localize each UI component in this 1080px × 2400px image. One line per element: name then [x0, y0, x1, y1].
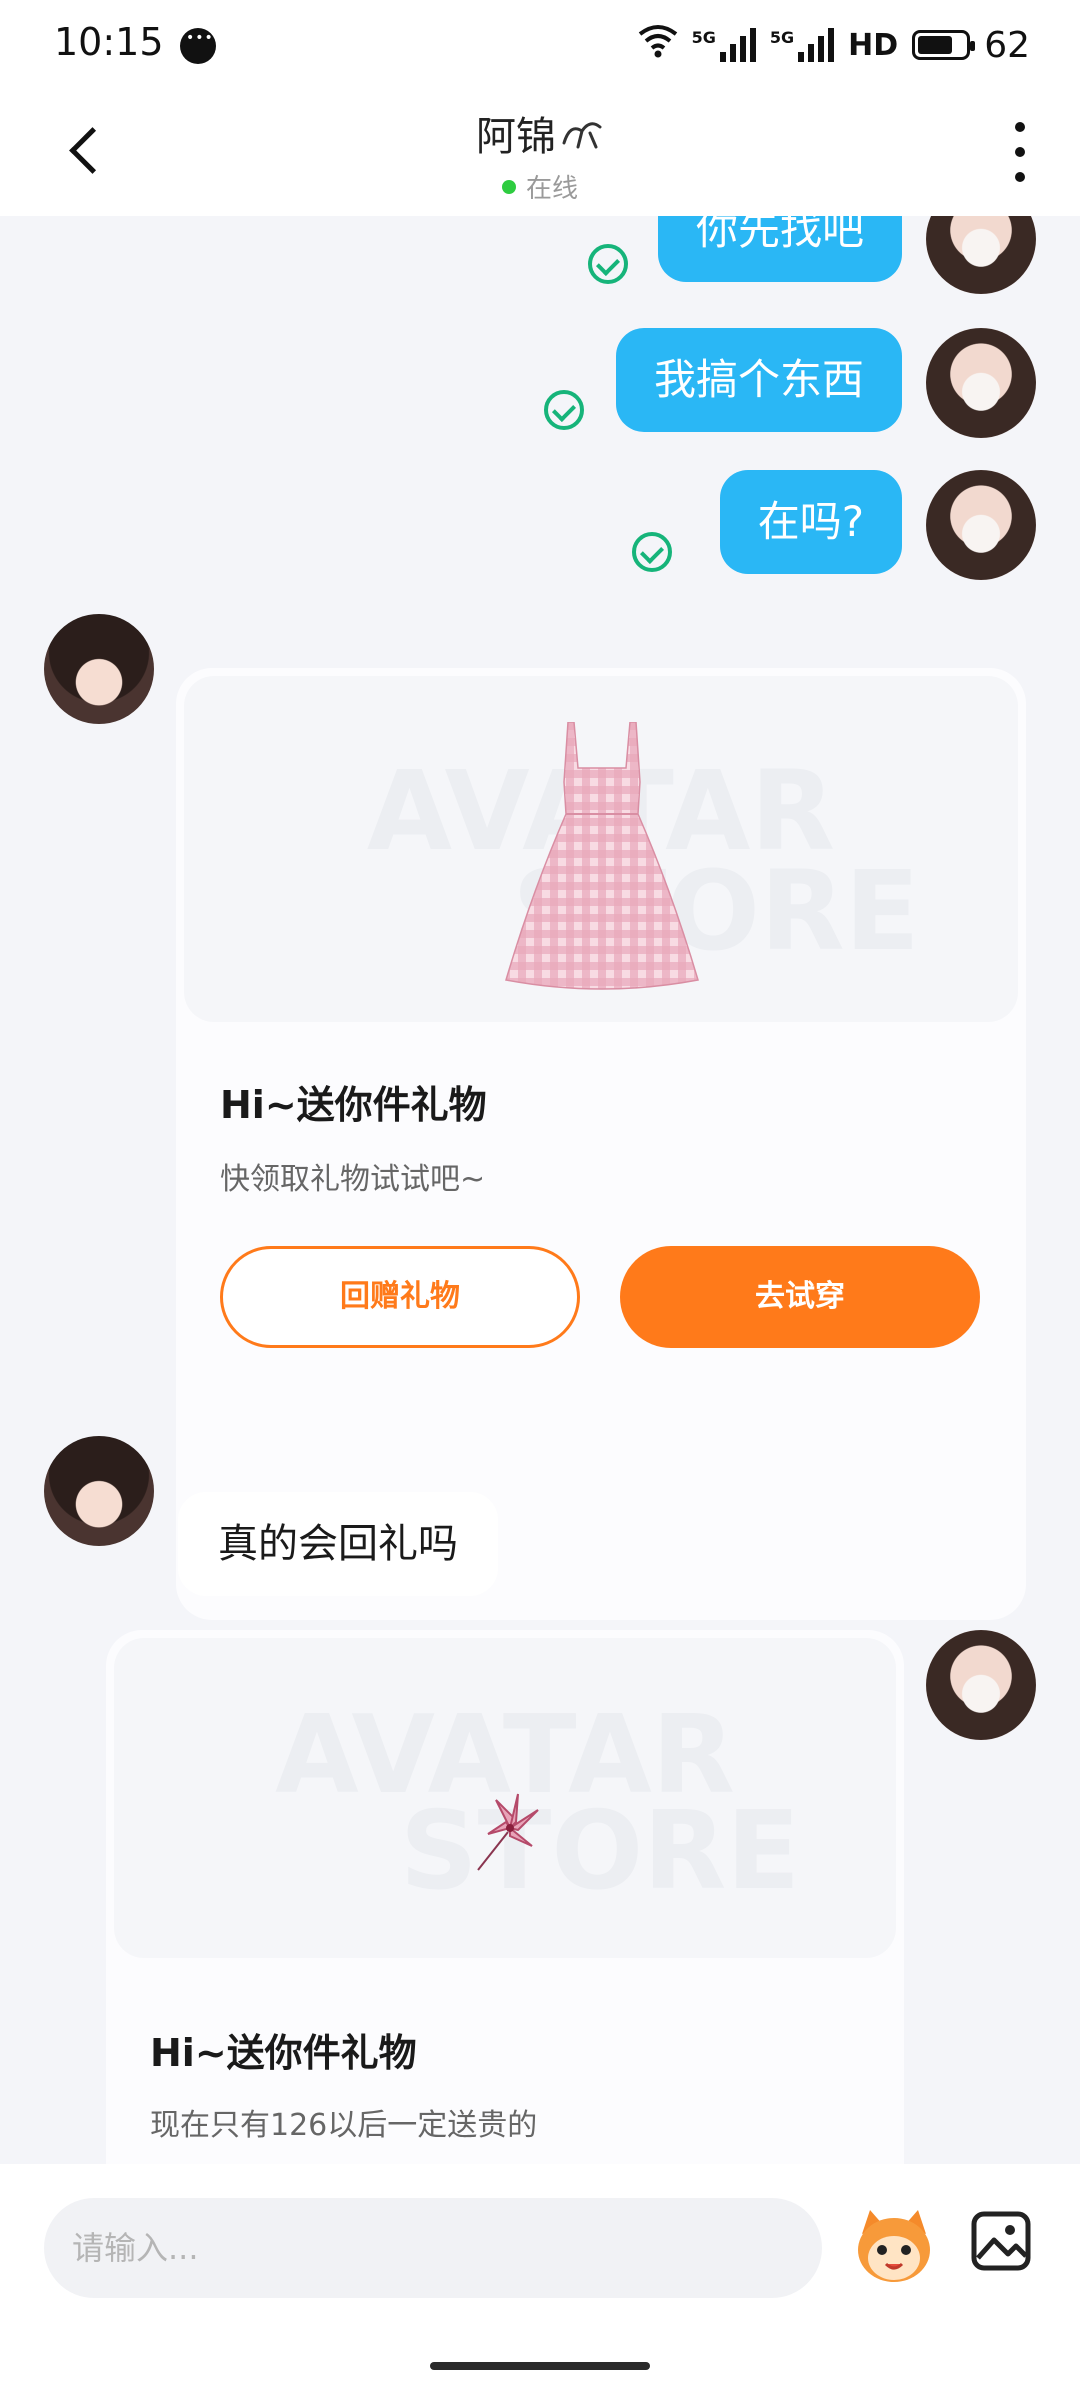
incoming-message[interactable]: 真的会回礼吗 — [178, 1492, 498, 1596]
dress-item-image — [505, 722, 699, 990]
read-check-icon — [632, 532, 672, 572]
gift-subtitle: 快领取礼物试试吧~ — [220, 1162, 486, 1197]
gift-title: Hi~送你件礼物 — [150, 2031, 417, 2075]
outgoing-message[interactable]: 你先找吧 — [657, 216, 902, 282]
more-vertical-icon — [1015, 122, 1025, 132]
gift-card[interactable]: AVATAR STORE Hi~送你件礼物 现在只有126以后一定送贵的 — [106, 1630, 904, 2164]
gift-subtitle: 现在只有126以后一定送贵的 — [150, 2108, 538, 2143]
signal-5g-icon-2: 5G — [770, 28, 835, 62]
contact-avatar[interactable] — [44, 1436, 154, 1546]
my-avatar[interactable] — [926, 1630, 1036, 1740]
message-input[interactable] — [44, 2198, 822, 2298]
outgoing-message[interactable]: 在吗? — [719, 470, 902, 574]
signal-5g-icon-1: 5G — [692, 28, 756, 62]
online-dot-icon — [501, 179, 516, 194]
message-notification-icon — [180, 28, 216, 64]
read-check-icon — [544, 390, 584, 430]
gift-title: Hi~送你件礼物 — [220, 1083, 487, 1127]
more-button[interactable] — [1000, 122, 1040, 182]
my-avatar[interactable] — [926, 470, 1036, 580]
battery-icon — [912, 30, 976, 60]
status-icons: 5G 5G HD 62 — [638, 20, 1030, 70]
title-block: 阿锦 在线 — [0, 104, 1080, 205]
return-gift-button[interactable]: 回赠礼物 — [220, 1246, 580, 1348]
gift-image[interactable]: AVATAR STORE — [114, 1638, 896, 1958]
home-indicator[interactable] — [430, 2362, 650, 2370]
status-time: 10:15 — [54, 20, 164, 64]
gift-card[interactable]: AVATAR STORE Hi~送你件礼物 快领取礼物试试吧~ 回赠礼物 去试 — [176, 668, 1026, 1620]
image-icon[interactable] — [970, 2210, 1032, 2272]
my-avatar[interactable] — [926, 328, 1036, 438]
online-status: 在线 — [501, 168, 578, 205]
my-avatar[interactable] — [926, 216, 1036, 294]
wifi-icon — [638, 24, 678, 67]
page-title: 阿锦 — [476, 104, 604, 162]
emoji-mascot-icon[interactable] — [852, 2204, 936, 2288]
hd-indicator: HD — [848, 27, 899, 63]
gift-image[interactable]: AVATAR STORE — [184, 676, 1018, 1022]
contact-avatar[interactable] — [44, 614, 154, 724]
read-check-icon — [588, 244, 628, 284]
chat-messages[interactable]: 你先找吧 我搞个东西 在吗? AVATAR STORE — [0, 216, 1080, 2164]
try-on-button[interactable]: 去试穿 — [620, 1246, 980, 1348]
flower-hairpin-item-image — [477, 1793, 539, 1871]
nickname-badge-icon — [562, 122, 602, 149]
outgoing-message[interactable]: 我搞个东西 — [615, 328, 902, 432]
battery-level: 62 — [984, 24, 1030, 66]
chat-header: 阿锦 在线 — [0, 92, 1080, 216]
status-bar: 10:15 5G 5G HD 62 — [0, 0, 1080, 92]
